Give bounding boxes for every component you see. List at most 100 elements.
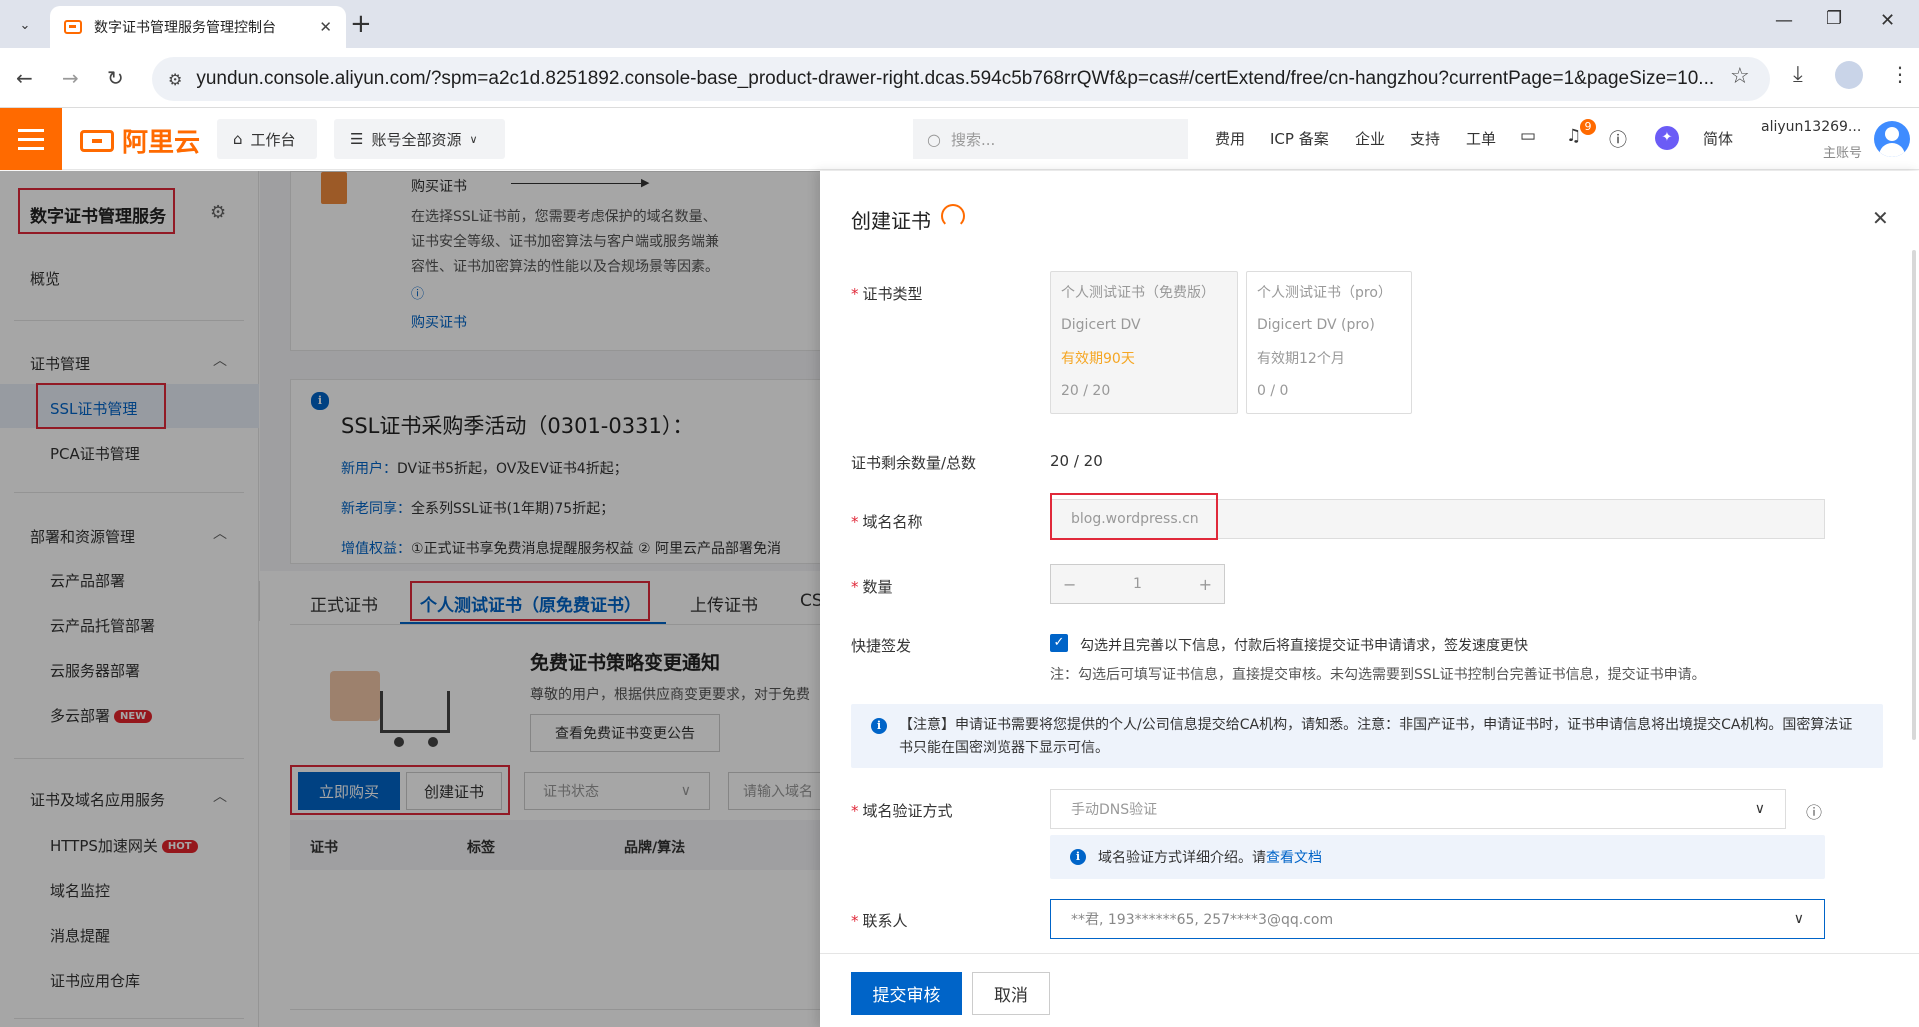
cert-type-label-text: 证书类型 xyxy=(862,285,923,303)
verify-method-select[interactable]: 手动DNS验证 ∨ xyxy=(1050,789,1786,829)
contact-label: * 联系人 xyxy=(851,912,908,930)
back-arrow-icon[interactable]: ← xyxy=(16,66,33,90)
nav-icp[interactable]: ICP 备案 xyxy=(1270,128,1329,149)
verify-info-box: i 域名验证方式详细介绍。请查看文档 xyxy=(1050,835,1825,879)
option-card-pro[interactable]: 个人测试证书（pro） Digicert DV (pro) 有效期12个月 0 … xyxy=(1246,271,1412,414)
logo-text: 阿里云 xyxy=(122,128,201,158)
drawer-footer-divider xyxy=(820,953,1919,954)
chevron-down-icon: ∨ xyxy=(1793,911,1804,927)
global-search[interactable]: ○ 搜索... xyxy=(913,119,1188,159)
drawer-title: 创建证书 xyxy=(851,209,931,233)
nav-fee[interactable]: 费用 xyxy=(1215,128,1245,149)
modal-overlay[interactable] xyxy=(0,171,820,1027)
search-icon: ○ xyxy=(927,129,941,149)
notification-badge: 9 xyxy=(1580,119,1596,135)
restore-icon[interactable]: ❐ xyxy=(1826,8,1842,29)
cert-type-label: * 证书类型 xyxy=(851,285,923,303)
help-circle-icon[interactable]: ⓘ xyxy=(1806,799,1822,823)
url-text[interactable]: yundun.console.aliyun.com/?spm=a2c1d.825… xyxy=(196,68,1736,90)
domain-label: * 域名名称 xyxy=(851,513,923,531)
view-docs-link[interactable]: 查看文档 xyxy=(1266,850,1322,866)
minus-icon[interactable]: − xyxy=(1063,575,1076,594)
nav-enterprise[interactable]: 企业 xyxy=(1355,128,1385,149)
quantity-value: 1 xyxy=(1133,576,1142,592)
workbench-label: 工作台 xyxy=(250,130,296,149)
option-name: 个人测试证书（免费版） xyxy=(1061,285,1215,301)
tab-title: 数字证书管理服务管理控制台 xyxy=(94,20,276,36)
verify-label: * 域名验证方式 xyxy=(851,802,953,820)
drawer-close-icon[interactable]: ✕ xyxy=(1872,206,1889,230)
option-count: 0 / 0 xyxy=(1257,383,1289,399)
contact-label-text: 联系人 xyxy=(862,912,908,930)
option-name: 个人测试证书（pro） xyxy=(1257,285,1392,301)
browser-tab[interactable]: 数字证书管理服务管理控制台 ✕ xyxy=(50,6,346,48)
domain-label-text: 域名名称 xyxy=(862,513,923,531)
ca-notice: i 【注意】申请证书需要将您提供的个人/公司信息提交给CA机构，请知悉。注意：非… xyxy=(851,704,1883,768)
search-placeholder: 搜索... xyxy=(950,130,996,149)
option-validity: 有效期90天 xyxy=(1061,351,1135,367)
help-icon[interactable]: ⓘ xyxy=(1609,126,1627,152)
nav-support[interactable]: 支持 xyxy=(1410,128,1440,149)
contact-value: **君, 193******65, 257****3@qq.com xyxy=(1071,912,1334,928)
qty-label-text: 数量 xyxy=(862,578,893,596)
profile-icon[interactable] xyxy=(1835,61,1863,89)
verify-info-prefix: 域名验证方式详细介绍。请 xyxy=(1098,850,1266,866)
bell-icon[interactable]: ♫ xyxy=(1566,126,1581,146)
bookmark-star-icon[interactable]: ☆ xyxy=(1730,64,1750,89)
option-brand: Digicert DV (pro) xyxy=(1257,317,1375,333)
tab-close-icon[interactable]: ✕ xyxy=(319,18,332,36)
language-switch[interactable]: 简体 xyxy=(1703,128,1733,149)
terminal-icon[interactable]: ▭ xyxy=(1520,126,1536,146)
drawer-scrollbar[interactable] xyxy=(1912,250,1916,740)
nav-ticket[interactable]: 工单 xyxy=(1466,128,1496,149)
option-brand: Digicert DV xyxy=(1061,317,1141,333)
submit-review-button[interactable]: 提交审核 xyxy=(851,972,962,1015)
chevron-down-icon: ∨ xyxy=(1754,801,1765,817)
browser-menu-icon[interactable]: ⋮ xyxy=(1890,62,1910,86)
cancel-button[interactable]: 取消 xyxy=(972,972,1050,1015)
user-role: 主账号 xyxy=(1823,146,1863,161)
quick-issue-checkbox[interactable]: ✓ xyxy=(1050,634,1068,652)
resource-list-icon: ☰ xyxy=(350,130,364,148)
contact-select[interactable]: **君, 193******65, 257****3@qq.com ∨ xyxy=(1050,899,1825,939)
hamburger-menu-icon[interactable] xyxy=(0,108,62,170)
minimize-icon[interactable]: — xyxy=(1775,10,1793,31)
remaining-label: 证书剩余数量/总数 xyxy=(851,454,977,472)
highlight-box-domain xyxy=(1050,493,1218,540)
aliyun-logo[interactable]: 阿里云 xyxy=(80,122,200,159)
site-info-icon[interactable]: ⚙ xyxy=(168,70,182,89)
quick-issue-label: 快捷签发 xyxy=(851,637,912,655)
forward-arrow-icon[interactable]: → xyxy=(62,66,79,90)
reload-icon[interactable]: ↻ xyxy=(107,66,124,90)
new-tab-plus-icon[interactable]: + xyxy=(350,10,372,38)
ai-assistant-icon[interactable]: ✦ xyxy=(1655,126,1679,150)
ca-notice-text: 【注意】申请证书需要将您提供的个人/公司信息提交给CA机构，请知悉。注意：非国产… xyxy=(899,717,1853,756)
quantity-stepper[interactable]: − 1 + xyxy=(1050,564,1225,604)
resources-label: 账号全部资源 xyxy=(371,130,462,149)
aliyun-logo-mark-icon xyxy=(80,129,114,152)
verify-label-text: 域名验证方式 xyxy=(862,802,953,820)
info-icon: i xyxy=(871,718,887,734)
home-icon: ⌂ xyxy=(233,130,243,148)
omnibox[interactable]: ⚙ yundun.console.aliyun.com/?spm=a2c1d.8… xyxy=(152,57,1770,101)
resources-dropdown[interactable]: ☰ 账号全部资源 ∨ xyxy=(334,119,505,159)
verify-info-text: 域名验证方式详细介绍。请查看文档 xyxy=(1098,847,1322,867)
support-headset-icon[interactable] xyxy=(941,204,965,228)
tab-search-chevron-icon[interactable]: ⌄ xyxy=(12,12,38,38)
user-name[interactable]: aliyun13269... xyxy=(1761,119,1861,135)
window-close-icon[interactable]: ✕ xyxy=(1880,10,1895,31)
info-icon: i xyxy=(1070,849,1086,865)
plus-icon[interactable]: + xyxy=(1199,575,1212,594)
chevron-down-icon: ∨ xyxy=(469,132,478,146)
download-icon[interactable]: ⤓ xyxy=(1793,62,1803,87)
option-validity: 有效期12个月 xyxy=(1257,351,1345,367)
quick-issue-note: 注：勾选后可填写证书信息，直接提交审核。未勾选需要到SSL证书控制台完善证书信息… xyxy=(1050,667,1706,683)
verify-method-value: 手动DNS验证 xyxy=(1071,802,1158,818)
user-avatar[interactable] xyxy=(1874,121,1910,157)
workbench-button[interactable]: ⌂ 工作台 xyxy=(217,119,317,159)
remaining-value: 20 / 20 xyxy=(1050,452,1103,470)
qty-label: * 数量 xyxy=(851,578,893,596)
option-count: 20 / 20 xyxy=(1061,383,1111,399)
quick-issue-text: 勾选并且完善以下信息，付款后将直接提交证书申请请求，签发速度更快 xyxy=(1080,638,1528,654)
option-card-free[interactable]: 个人测试证书（免费版） Digicert DV 有效期90天 20 / 20 xyxy=(1050,271,1238,414)
